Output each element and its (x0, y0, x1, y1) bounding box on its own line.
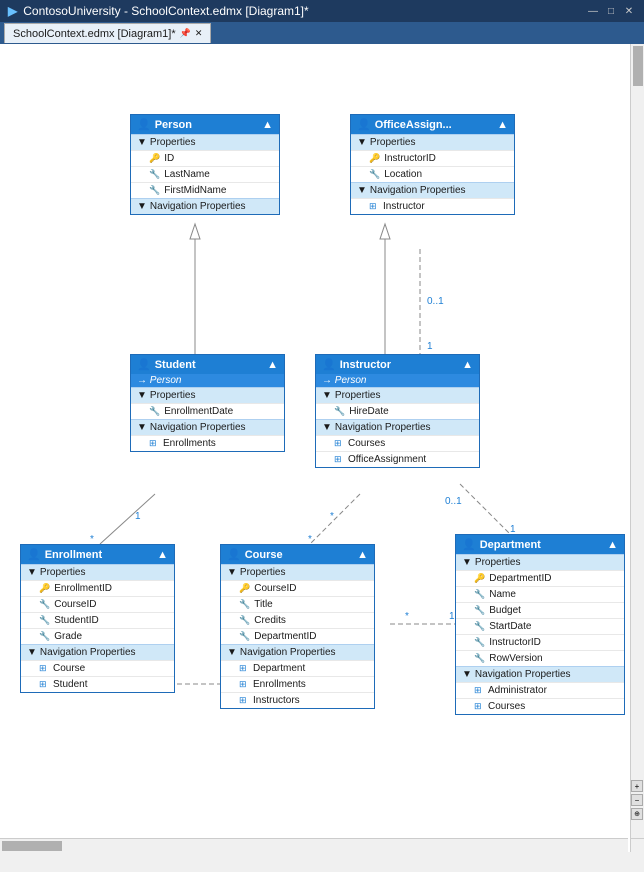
zoom-out-btn[interactable]: − (631, 794, 643, 806)
person-icon: 👤 (137, 118, 151, 131)
student-collapse[interactable]: ▲ (267, 359, 278, 371)
svg-text:0..1: 0..1 (445, 496, 462, 507)
minimize-btn[interactable]: — (586, 4, 600, 18)
entity-instructor[interactable]: 👤 Instructor ▲ → Person ▼Properties 🔧Hir… (315, 354, 480, 468)
entity-person[interactable]: 👤 Person ▲ ▼Properties 🔑ID 🔧LastName 🔧Fi… (130, 114, 280, 215)
svg-text:1: 1 (427, 341, 433, 352)
vertical-scrollbar[interactable] (630, 44, 644, 838)
diagram-tab[interactable]: SchoolContext.edmx [Diagram1]* 📌 ✕ (4, 23, 211, 43)
enrollment-title: Enrollment (45, 549, 102, 561)
svg-text:1: 1 (135, 511, 141, 522)
close-btn[interactable]: ✕ (622, 4, 636, 18)
instructor-icon: 👤 (322, 358, 336, 371)
entity-enrollment[interactable]: 👤 Enrollment ▲ ▼Properties 🔑EnrollmentID… (20, 544, 175, 693)
course-icon: 👤 (227, 548, 241, 561)
student-title: Student (155, 359, 196, 371)
tab-label: SchoolContext.edmx [Diagram1]* (13, 28, 176, 40)
officeassign-icon: 👤 (357, 118, 371, 131)
tab-bar: SchoolContext.edmx [Diagram1]* 📌 ✕ (0, 22, 644, 44)
scroll-thumb-horizontal[interactable] (2, 841, 62, 851)
entity-department[interactable]: 👤 Department ▲ ▼Properties 🔑DepartmentID… (455, 534, 625, 715)
course-collapse[interactable]: ▲ (357, 549, 368, 561)
diagram-area: 0..1 1 1 * * * 0..1 1 1 * * 1 👤 Person ▲ (0, 44, 644, 852)
svg-text:*: * (330, 511, 334, 522)
course-title: Course (245, 549, 283, 561)
scroll-thumb-vertical[interactable] (633, 46, 643, 86)
enrollment-collapse[interactable]: ▲ (157, 549, 168, 561)
zoom-in-btn[interactable]: + (631, 780, 643, 792)
zoom-controls[interactable]: + − ⊕ (630, 778, 644, 822)
window-controls[interactable]: — □ ✕ (586, 4, 636, 18)
officeassign-collapse[interactable]: ▲ (497, 119, 508, 131)
entity-course[interactable]: 👤 Course ▲ ▼Properties 🔑CourseID 🔧Title … (220, 544, 375, 709)
tab-close[interactable]: ✕ (195, 28, 203, 39)
maximize-btn[interactable]: □ (604, 4, 618, 18)
app-title: ContosoUniversity - SchoolContext.edmx [… (23, 4, 308, 18)
person-title: Person (155, 119, 192, 131)
department-collapse[interactable]: ▲ (607, 539, 618, 551)
entity-officeassignment[interactable]: 👤 OfficeAssign... ▲ ▼Properties 🔑Instruc… (350, 114, 515, 215)
instructor-collapse[interactable]: ▲ (462, 359, 473, 371)
officeassign-title: OfficeAssign... (375, 119, 452, 131)
vs-logo: ▶ (8, 4, 17, 18)
corner-box (630, 838, 644, 852)
student-icon: 👤 (137, 358, 151, 371)
entity-student[interactable]: 👤 Student ▲ → Person ▼Properties 🔧Enroll… (130, 354, 285, 452)
department-icon: 👤 (462, 538, 476, 551)
title-bar: ▶ ContosoUniversity - SchoolContext.edmx… (0, 0, 644, 22)
instructor-title: Instructor (340, 359, 391, 371)
horizontal-scrollbar[interactable] (0, 838, 628, 852)
svg-text:0..1: 0..1 (427, 296, 444, 307)
enrollment-icon: 👤 (27, 548, 41, 561)
svg-text:*: * (405, 611, 409, 622)
department-title: Department (480, 539, 541, 551)
zoom-fit-btn[interactable]: ⊕ (631, 808, 643, 820)
person-collapse[interactable]: ▲ (262, 119, 273, 131)
tab-pin[interactable]: 📌 (180, 28, 191, 39)
